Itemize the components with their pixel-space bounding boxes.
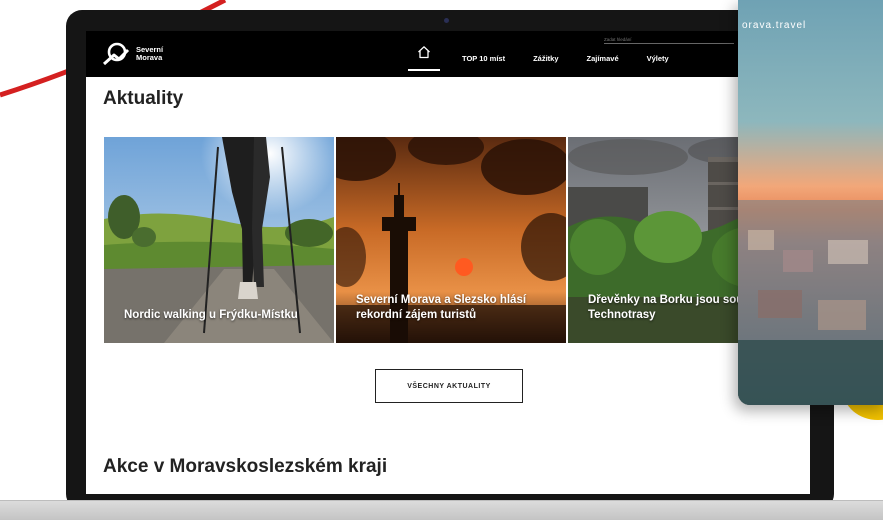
site-header: Severní Morava TOP 10 míst Zážitky Zajím… <box>86 31 810 77</box>
nav-item-interesting[interactable]: Zajímavé <box>587 54 619 63</box>
search-input[interactable] <box>604 32 734 44</box>
news-cards: Nordic walking u Frýdku-Místku Severní M… <box>104 137 810 343</box>
news-section-title: Aktuality <box>103 88 184 109</box>
phone-url-text: orava.travel <box>742 20 807 31</box>
logo-line-2: Morava <box>136 53 163 62</box>
news-card-nordic-walking[interactable]: Nordic walking u Frýdku-Místku <box>104 137 334 343</box>
phone-city-image <box>738 0 883 405</box>
site-logo[interactable]: Severní Morava <box>102 42 163 66</box>
nav-item-experiences[interactable]: Zážitky <box>533 54 558 63</box>
laptop-camera <box>444 18 449 23</box>
logo-mark-icon <box>102 42 130 66</box>
logo-text: Severní Morava <box>136 46 163 62</box>
laptop-base <box>0 500 883 520</box>
news-card-record-interest[interactable]: Severní Morava a Slezsko hlásí rekordní … <box>336 137 566 343</box>
news-card-title: Nordic walking u Frýdku-Místku <box>124 309 298 321</box>
nav-item-trips[interactable]: Výlety <box>647 54 669 63</box>
home-icon <box>418 46 430 59</box>
phone-mockup: orava.travel <box>738 0 883 405</box>
laptop-screen: Severní Morava TOP 10 míst Zážitky Zajím… <box>86 31 810 494</box>
nav-home[interactable] <box>408 45 440 71</box>
events-section-title: Akce v Moravskoslezském kraji <box>103 456 388 477</box>
main-nav: TOP 10 míst Zážitky Zajímavé Výlety <box>408 45 697 71</box>
nav-item-top10[interactable]: TOP 10 míst <box>462 54 505 63</box>
news-card-title: Severní Morava a Slezsko hlásí rekordní … <box>356 294 527 321</box>
all-news-button[interactable]: VŠECHNY AKTUALITY <box>375 369 523 403</box>
